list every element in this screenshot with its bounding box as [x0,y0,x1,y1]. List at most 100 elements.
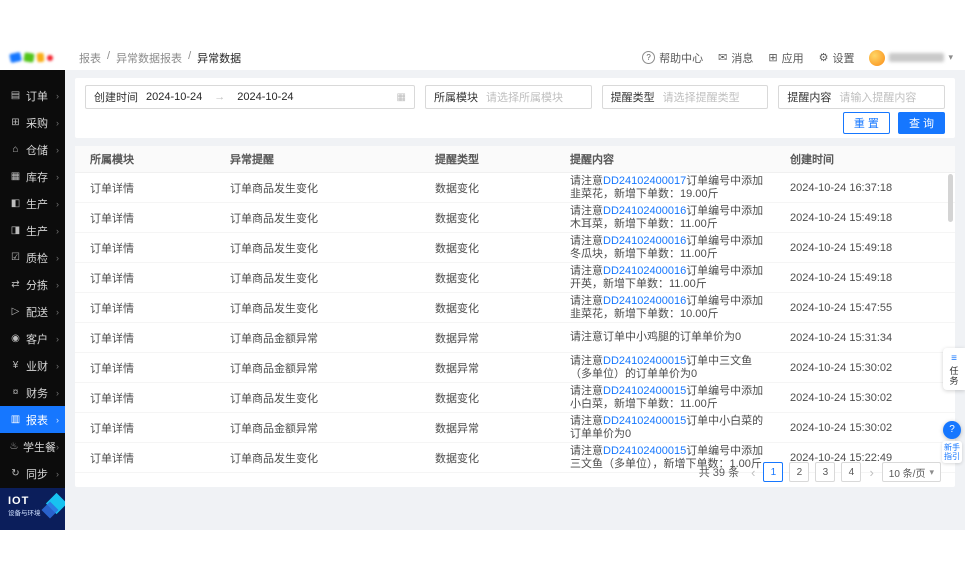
table-row: 订单详情订单商品金额异常数据异常请注意订单中小鸡腿的订单单价为02024-10-… [75,323,955,353]
sidebar-item-procurement[interactable]: ⊞采购› [0,109,65,136]
pagination-page-1[interactable]: 1 [763,462,783,482]
sidebar-item-delivery[interactable]: ▷配送› [0,298,65,325]
pagination-next-icon[interactable]: › [867,465,875,480]
module-label: 所属模块 [434,89,478,105]
search-button[interactable]: 查 询 [898,112,945,134]
settings-button[interactable]: ⚙ 设置 [819,50,855,66]
content-prefix: 请注意 [570,295,603,307]
date-from-value[interactable]: 2024-10-24 [146,91,202,103]
cell-alert: 订单商品发生变化 [215,210,420,226]
alert-type-select[interactable]: 提醒类型 请选择提醒类型 [602,85,769,109]
order-number-link[interactable]: DD24102400016 [603,205,686,217]
sidebar-item-orders[interactable]: ▤订单› [0,82,65,109]
chevron-right-icon: › [56,226,59,236]
cell-content: 请注意DD24102400015订单中三文鱼（多单位）的订单单价为0 [555,355,775,381]
chevron-right-icon: › [56,469,59,479]
cell-module: 订单详情 [75,270,215,286]
breadcrumb-separator: / [188,50,191,66]
order-number-link[interactable]: DD24102400015 [603,445,686,457]
order-number-link[interactable]: DD24102400015 [603,385,686,397]
date-range-arrow: → [214,91,225,103]
content-prefix: 请注意 [570,445,603,457]
cell-time: 2024-10-24 15:47:55 [775,302,955,314]
sidebar-item-quality[interactable]: ☑质检› [0,244,65,271]
sidebar-item-reports[interactable]: ▥报表› [0,406,65,433]
date-to-value[interactable]: 2024-10-24 [237,91,293,103]
order-number-link[interactable]: DD24102400015 [603,415,686,427]
cell-time: 2024-10-24 15:30:02 [775,392,955,404]
company-logo [10,53,53,62]
reset-button[interactable]: 重 置 [843,112,890,134]
cell-alert: 订单商品发生变化 [215,450,420,466]
sidebar-item-sorting[interactable]: ⇄分拣› [0,271,65,298]
top-bar: 报表 / 异常数据报表 / 异常数据 ? 帮助中心 ✉ 消息 ⊞ 应用 ⚙ 设置 [0,45,965,70]
delivery-icon: ▷ [9,306,22,317]
cell-module: 订单详情 [75,360,215,376]
cell-time: 2024-10-24 15:49:18 [775,272,955,284]
cell-module: 订单详情 [75,390,215,406]
sidebar-item-warehouse[interactable]: ⌂仓储› [0,136,65,163]
cell-type: 数据异常 [420,330,555,346]
pagination-page-4[interactable]: 4 [841,462,861,482]
cell-time: 2024-10-24 15:30:02 [775,362,955,374]
cell-module: 订单详情 [75,180,215,196]
sidebar-item-inventory[interactable]: ▦库存› [0,163,65,190]
sidebar-item-production-2[interactable]: ◨生产› [0,217,65,244]
task-layers-icon: ≡ [943,353,965,364]
order-number-link[interactable]: DD24102400017 [603,175,686,187]
sidebar-item-label: 客户 [26,331,56,347]
production-2-icon: ◨ [9,225,22,236]
breadcrumb-separator: / [107,50,110,66]
table-scrollbar[interactable] [948,174,953,222]
pagination-total: 共 39 条 [699,464,739,480]
bell-icon: ✉ [718,51,727,64]
cell-time: 2024-10-24 16:37:18 [775,182,955,194]
table-row: 订单详情订单商品发生变化数据变化请注意DD24102400016订单编号中添加木… [75,203,955,233]
sidebar-item-finance[interactable]: ¤财务› [0,379,65,406]
calendar-icon[interactable]: ▦ [397,92,406,103]
sidebar-item-customers[interactable]: ◉客户› [0,325,65,352]
sidebar-item-business-finance[interactable]: ¥业财› [0,352,65,379]
cell-type: 数据异常 [420,420,555,436]
task-float-button[interactable]: ≡ 任务 [943,348,965,390]
cell-type: 数据变化 [420,210,555,226]
sidebar-item-label: 生产 [26,196,56,212]
sidebar-item-label: 采购 [26,115,56,131]
inventory-icon: ▦ [9,171,22,182]
pagination-page-3[interactable]: 3 [815,462,835,482]
alert-content-input[interactable]: 提醒内容 请输入提醒内容 [778,85,945,109]
breadcrumb-item[interactable]: 异常数据报表 [116,50,182,66]
chevron-right-icon: › [56,172,59,182]
beginner-guide-button[interactable]: ? 新手指引 [940,421,964,463]
cell-time: 2024-10-24 15:30:02 [775,422,955,434]
page-size-select[interactable]: 10 条/页 ▾ [882,462,941,482]
order-number-link[interactable]: DD24102400015 [603,355,686,367]
cell-time: 2024-10-24 15:49:18 [775,242,955,254]
pagination-page-2[interactable]: 2 [789,462,809,482]
filter-buttons: 重 置 查 询 [843,112,945,134]
quality-icon: ☑ [9,252,22,263]
sidebar-item-label: 订单 [26,88,56,104]
pagination-prev-icon[interactable]: ‹ [749,465,757,480]
apps-button[interactable]: ⊞ 应用 [768,50,803,66]
order-number-link[interactable]: DD24102400016 [603,265,686,277]
column-header-alert: 异常提醒 [215,151,420,167]
table-row: 订单详情订单商品发生变化数据变化请注意DD24102400016订单编号中添加冬… [75,233,955,263]
order-number-link[interactable]: DD24102400016 [603,295,686,307]
user-name-redacted [889,53,944,62]
breadcrumb-item[interactable]: 报表 [79,50,101,66]
sidebar-item-production[interactable]: ◧生产› [0,190,65,217]
user-menu[interactable]: ▾ [869,50,953,66]
sidebar-item-student-meals[interactable]: ♨学生餐› [0,433,65,460]
cell-content: 请注意DD24102400016订单编号中添加韭菜花，新增下单数：10.00斤 [555,295,775,321]
order-number-link[interactable]: DD24102400016 [603,235,686,247]
chevron-right-icon: › [56,118,59,128]
sidebar-item-label: 报表 [26,412,56,428]
sidebar-item-label: 质检 [26,250,56,266]
sidebar-item-sync[interactable]: ↻同步› [0,460,65,487]
date-range-picker[interactable]: 创建时间 2024-10-24 → 2024-10-24 ▦ [85,85,415,109]
module-select[interactable]: 所属模块 请选择所属模块 [425,85,592,109]
help-center-button[interactable]: ? 帮助中心 [642,50,703,66]
messages-button[interactable]: ✉ 消息 [718,50,753,66]
chevron-right-icon: › [56,307,59,317]
